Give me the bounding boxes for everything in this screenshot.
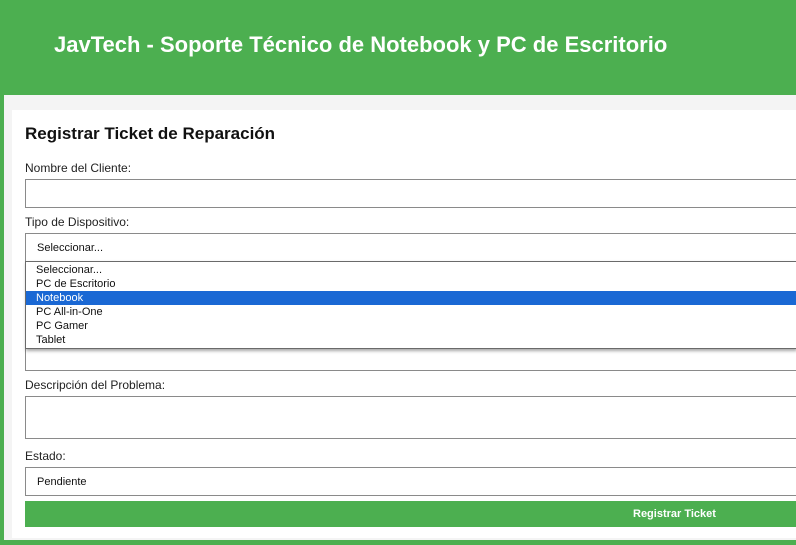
dispositivo-label: Tipo de Dispositivo: [25, 215, 130, 229]
dispositivo-dropdown-list[interactable]: Seleccionar... PC de Escritorio Notebook… [25, 261, 796, 349]
page-title: JavTech - Soporte Técnico de Notebook y … [54, 32, 668, 57]
registrar-ticket-button[interactable]: Registrar Ticket [25, 501, 796, 527]
registrar-ticket-label: Registrar Ticket [633, 508, 716, 520]
descripcion-label: Descripción del Problema: [25, 378, 166, 392]
dropdown-option[interactable]: PC de Escritorio [26, 277, 796, 291]
descripcion-textarea[interactable] [25, 396, 796, 439]
estado-select[interactable]: Pendiente [25, 467, 796, 496]
dispositivo-value: Seleccionar... [37, 242, 104, 254]
app-header: JavTech - Soporte Técnico de Notebook y … [0, 0, 796, 95]
dropdown-option[interactable]: PC Gamer [26, 319, 796, 333]
dropdown-option[interactable]: PC All-in-One [26, 305, 796, 319]
form-title: Registrar Ticket de Reparación [25, 124, 276, 143]
dropdown-option-highlighted[interactable]: Notebook [26, 291, 796, 305]
dropdown-option[interactable]: Seleccionar... [26, 263, 796, 277]
dropdown-option[interactable]: Tablet [26, 333, 796, 347]
cliente-input[interactable] [25, 179, 796, 208]
dispositivo-select[interactable]: Seleccionar... [25, 233, 796, 262]
estado-label: Estado: [25, 449, 66, 463]
cliente-label: Nombre del Cliente: [25, 161, 132, 175]
estado-value: Pendiente [37, 476, 87, 488]
